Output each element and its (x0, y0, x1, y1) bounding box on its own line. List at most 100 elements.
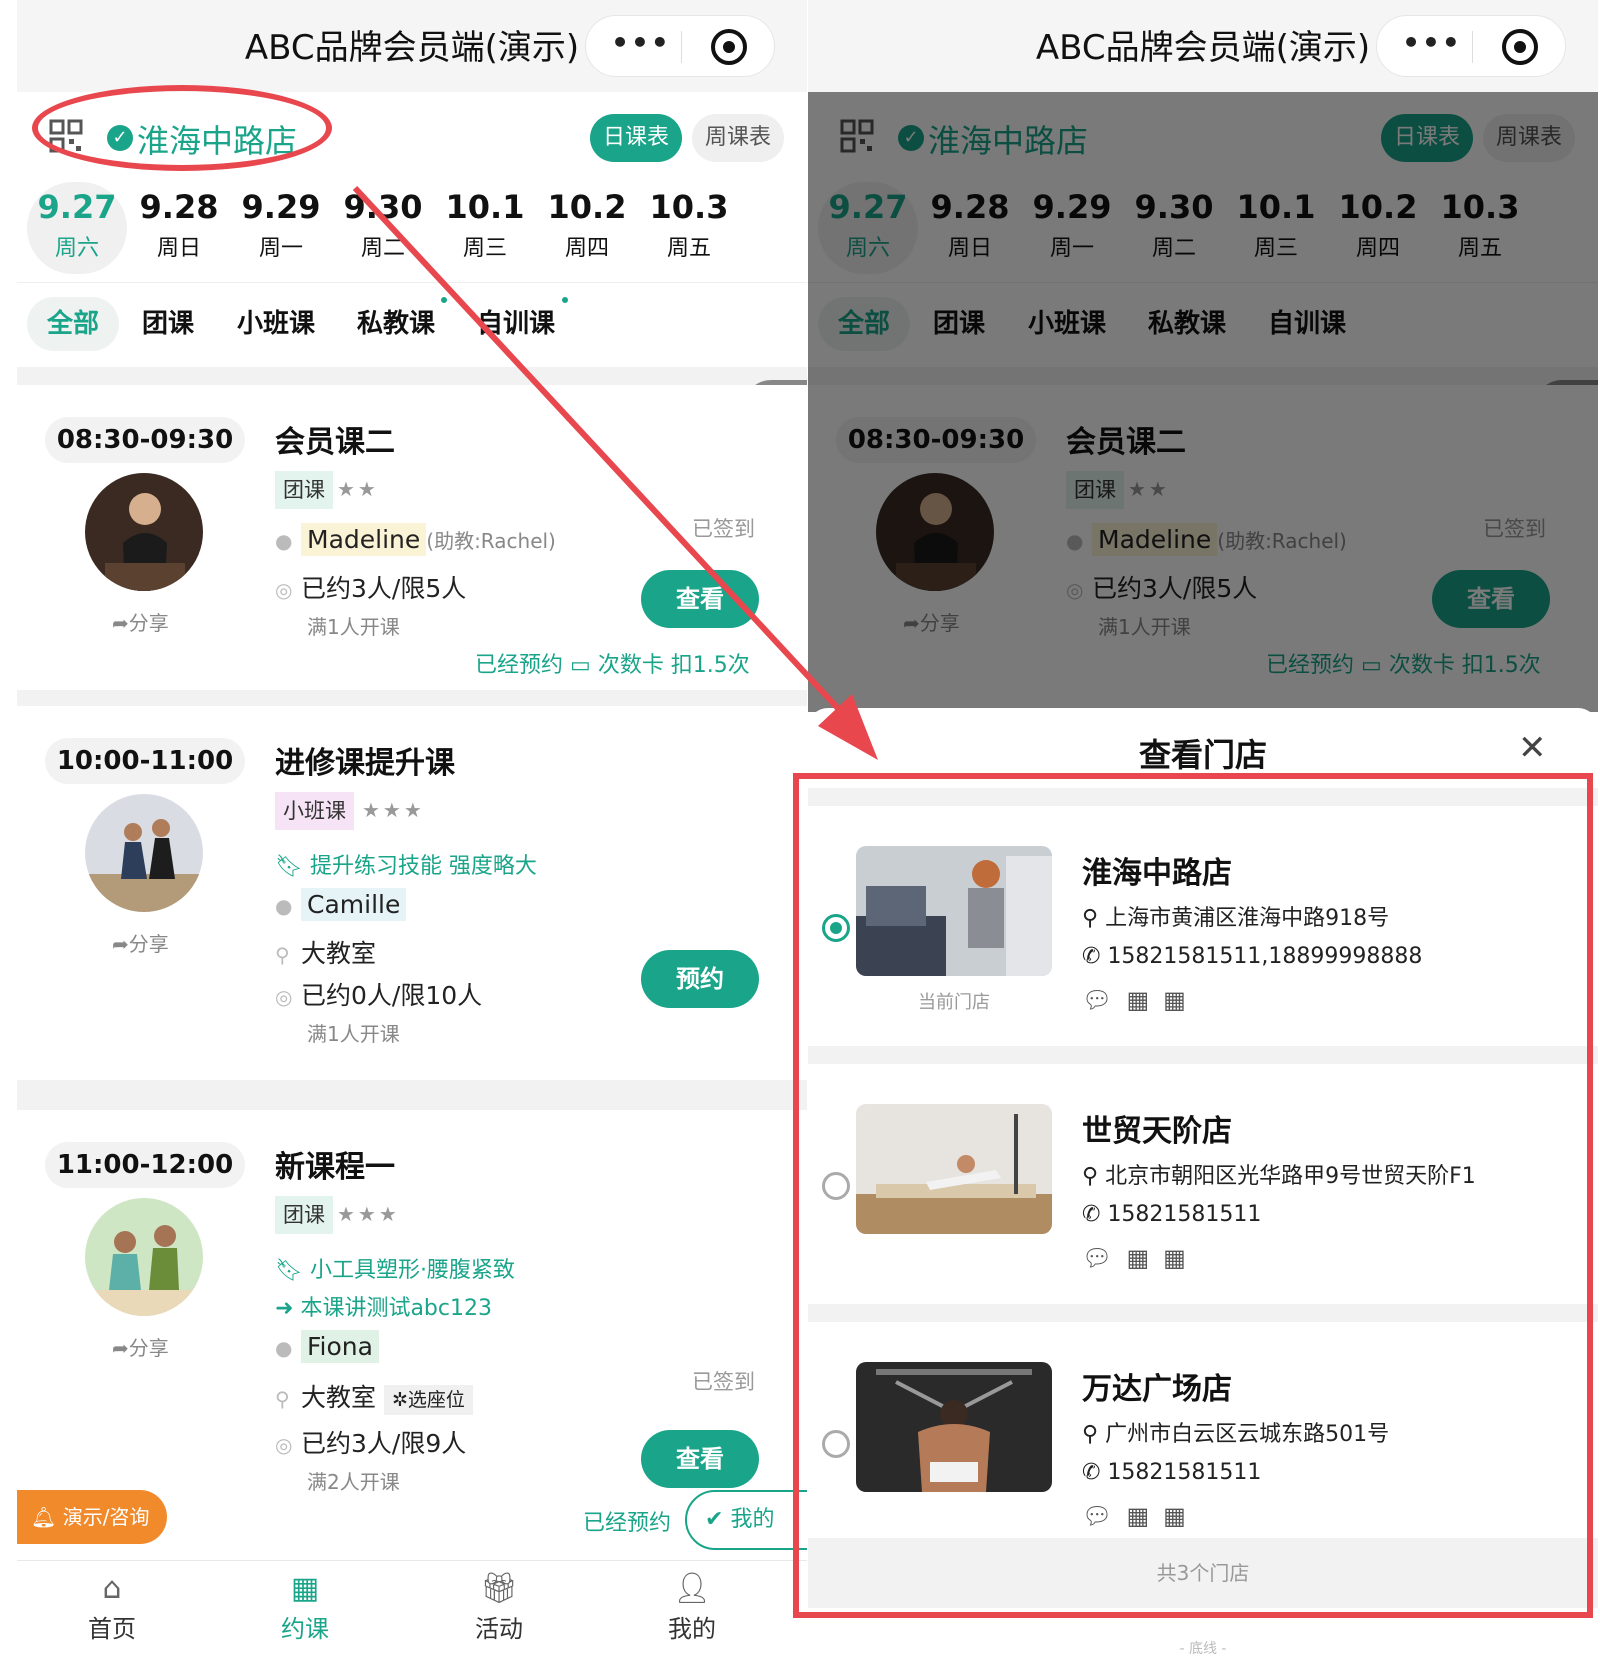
date-item[interactable]: 9.27 周六 (27, 182, 127, 274)
course-tag-text: 本课讲测试abc123 (300, 1296, 492, 1321)
tabbar-label: 我的 (668, 1615, 716, 1643)
booking-note: 已经预约 (583, 1511, 672, 1536)
date-item[interactable]: 10.2 周四 (537, 182, 637, 274)
share-link[interactable]: ➦分享 (112, 607, 169, 636)
more-icon[interactable]: ••• (606, 26, 676, 59)
section-divider (17, 367, 807, 385)
difficulty-stars: ★★★ (362, 798, 425, 822)
booking-count: ◎ 已约3人/限5人 (275, 569, 466, 605)
check-icon: ✔ (705, 1507, 724, 1532)
booked-text: 已经预约 (475, 653, 564, 678)
section-divider (17, 690, 807, 706)
date-weekday: 周日 (156, 236, 201, 261)
mine-float-label: 我的 (730, 1507, 775, 1532)
close-target-icon[interactable] (711, 29, 747, 65)
close-target-icon[interactable] (1502, 29, 1538, 65)
tabbar-label: 活动 (475, 1615, 523, 1643)
date-item[interactable]: 10.1 周三 (435, 182, 535, 274)
share-link[interactable]: ➦分享 (112, 928, 169, 957)
course-time: 11:00-12:00 (45, 1142, 245, 1188)
mini-program-capsule: ••• (585, 15, 775, 77)
tabbar-home[interactable]: ⌂ 首页 (52, 1571, 172, 1644)
date-weekday: 周一 (258, 236, 303, 261)
tabbar-label: 首页 (88, 1615, 136, 1643)
bookmark-icon: 🔖︎ (275, 854, 303, 879)
tab-week-schedule[interactable]: 周课表 (692, 114, 784, 162)
share-link[interactable]: ➦分享 (112, 1332, 169, 1361)
view-button[interactable]: 查看 (641, 570, 759, 628)
course-type-badge: 团课 (275, 1196, 333, 1234)
course-title: 进修课提升课 (275, 746, 455, 781)
location-icon: ⚲ (275, 1387, 290, 1411)
bell-icon: 🔔︎ (31, 1505, 57, 1529)
modal-mask[interactable] (808, 92, 1598, 712)
annotation-highlight-box (793, 773, 1593, 1618)
tabbar-activity[interactable]: 🎁︎ 活动 (439, 1571, 559, 1644)
view-button[interactable]: 查看 (641, 1430, 759, 1488)
course-tag-text: 小工具塑形·腰腹紧致 (309, 1258, 515, 1283)
tab-day-schedule[interactable]: 日课表 (590, 114, 682, 162)
course-title: 新课程一 (275, 1150, 395, 1185)
date-number: 9.28 (139, 188, 219, 226)
tabbar-mine[interactable]: 👤︎ 我的 (632, 1571, 752, 1644)
date-item[interactable]: 10.3 周五 (639, 182, 739, 274)
mine-float-button[interactable]: ✔ 我的 (685, 1490, 807, 1550)
room-name: 大教室 (301, 1383, 377, 1412)
course-card[interactable]: 08:30-09:30 ➦分享 会员课二 团课 ★★ ● Madeline (助教:… (17, 385, 807, 690)
demo-consult-label: 演示/咨询 (62, 1505, 150, 1529)
gear-icon: ✲ (391, 1389, 408, 1411)
tab-private-class[interactable]: 私教课 (357, 297, 435, 351)
date-item[interactable]: 9.28 周日 (129, 182, 229, 274)
book-button[interactable]: 预约 (641, 950, 759, 1008)
new-dot (441, 297, 447, 303)
annotation-ellipse (32, 85, 332, 171)
booking-note: 已经预约 ▭ 次数卡 扣1.5次 (475, 647, 750, 679)
mini-program-capsule: ••• (1376, 15, 1566, 77)
home-icon: ⌂ (102, 1571, 122, 1606)
min-attendance: 满2人开课 (307, 1470, 400, 1494)
date-item[interactable]: 9.30 周二 (333, 182, 433, 274)
course-tag: ➜ 本课讲测试abc123 (275, 1290, 492, 1322)
arrow-circle-icon: ➜ (275, 1296, 294, 1321)
sheet-title: 查看门店 (1138, 736, 1267, 774)
course-card[interactable]: 10:00-11:00 ➦分享 进修课提升课 小班课 ★★★ 🔖︎ 提升练习技能… (17, 706, 807, 1080)
coach-line: ● Camille (275, 888, 407, 921)
coach-name: Madeline (301, 523, 427, 556)
person-icon: ● (275, 529, 293, 553)
min-attendance: 满1人开课 (307, 615, 400, 639)
close-icon[interactable]: ✕ (1518, 728, 1547, 768)
coach-line: ● Madeline(助教:Rachel) (275, 523, 556, 556)
course-tag: 🔖︎ 小工具塑形·腰腹紧致 (275, 1252, 515, 1284)
person-icon: ● (275, 894, 293, 918)
room-line: ⚲ 大教室 (275, 934, 376, 970)
seat-select[interactable]: ✲选座位 (383, 1385, 473, 1415)
difficulty-stars: ★★★ (337, 1202, 400, 1226)
tabbar-booking[interactable]: ▦ 约课 (245, 1571, 365, 1644)
left-screen: ABC品牌会员端(演示) ••• ✓ 淮海中路店 日课表 周课表 9.27 周六 … (17, 0, 807, 1662)
date-selector: 9.27 周六 9.28 周日 9.29 周一 9.30 周二 10.1 周三 10.2 周… (17, 182, 807, 282)
share-label: 分享 (128, 1336, 169, 1360)
user-icon: 👤︎ (672, 1571, 712, 1606)
demo-consult-button[interactable]: 🔔︎ 演示/咨询 (17, 1490, 167, 1544)
more-icon[interactable]: ••• (1397, 26, 1467, 59)
capsule-divider (1472, 31, 1473, 63)
tabbar-label: 约课 (281, 1615, 329, 1643)
coach-avatar (85, 794, 203, 912)
booking-count-text: 已约3人/限5人 (301, 574, 467, 603)
gift-icon: 🎁︎ (479, 1571, 519, 1606)
date-item[interactable]: 9.29 周一 (231, 182, 331, 274)
date-number: 10.3 (649, 188, 729, 226)
tab-all[interactable]: 全部 (27, 297, 120, 351)
tab-self-training[interactable]: 自训课 (477, 297, 555, 351)
room-name: 大教室 (301, 939, 377, 968)
tab-small-class[interactable]: 小班课 (237, 297, 315, 351)
check-circle-icon: ◎ (275, 985, 293, 1009)
tab-group-class[interactable]: 团课 (142, 297, 194, 351)
seat-select-label: 选座位 (407, 1389, 465, 1411)
course-title: 会员课二 (275, 425, 395, 460)
capsule-divider (681, 31, 682, 63)
date-weekday: 周二 (360, 236, 405, 261)
date-number: 9.30 (343, 188, 423, 226)
signed-status: 已签到 (692, 517, 755, 541)
date-weekday: 周三 (462, 236, 507, 261)
